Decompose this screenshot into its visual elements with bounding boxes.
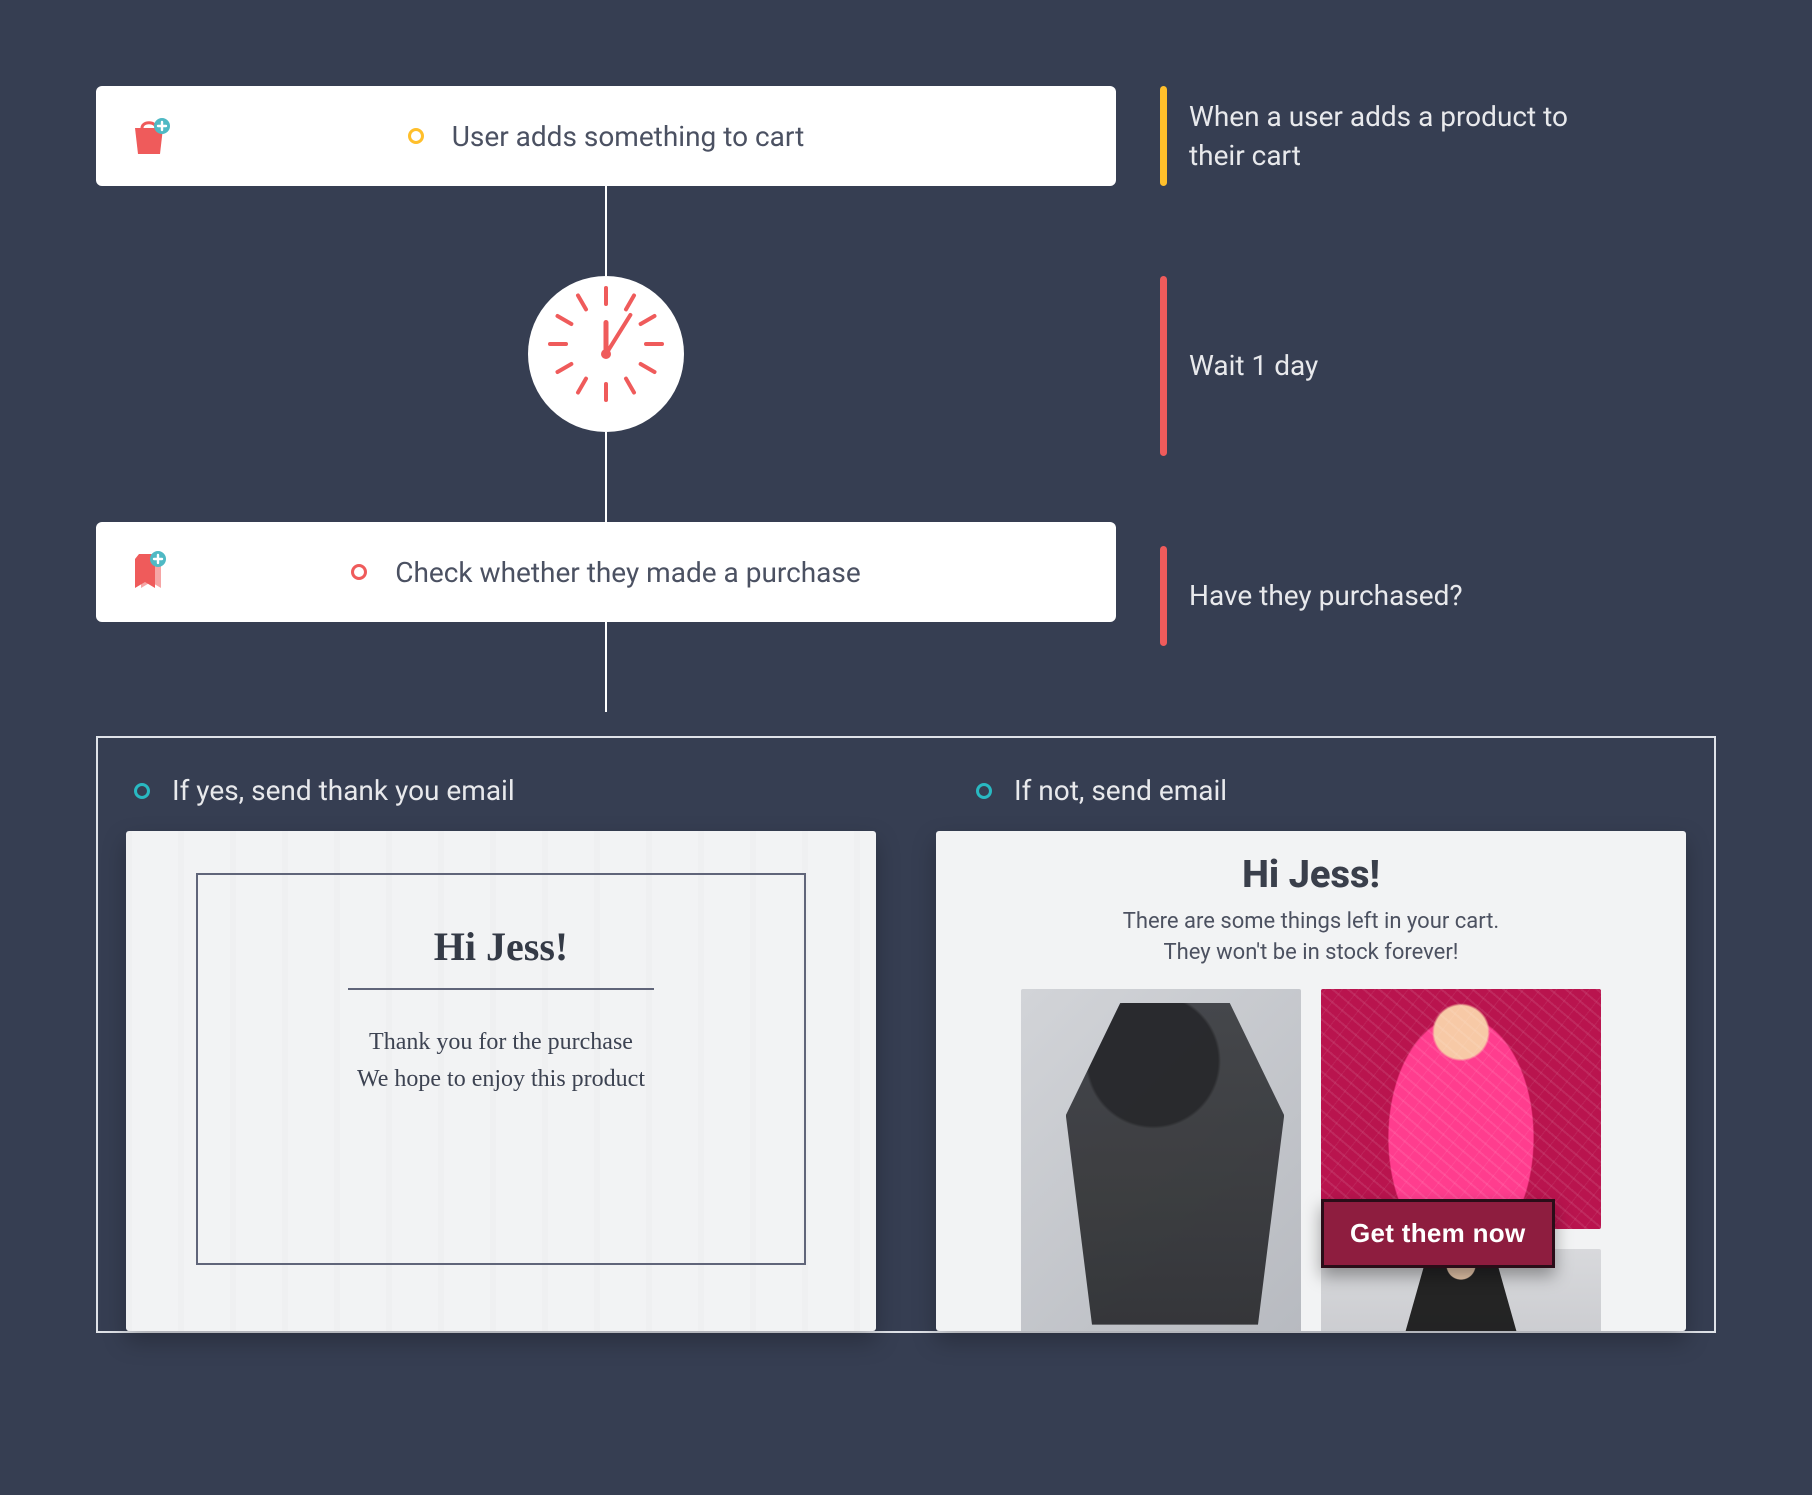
connector	[605, 186, 607, 276]
workflow: User adds something to cart	[96, 86, 1116, 712]
branch-head: If yes, send thank you email	[126, 762, 876, 831]
node-body: Check whether they made a purchase	[136, 556, 1076, 589]
bullet-icon	[976, 783, 992, 799]
trigger-label: User adds something to cart	[452, 120, 804, 153]
product-image	[1021, 989, 1301, 1331]
email-body: Hi Jess! There are some things left in y…	[936, 831, 1686, 1331]
connector	[605, 622, 607, 712]
email-sub1: There are some things left in your cart.	[1123, 909, 1500, 934]
reminder-email-preview[interactable]: Hi Jess! There are some things left in y…	[936, 831, 1686, 1331]
email-sub: There are some things left in your cart.…	[1123, 907, 1500, 969]
annotation-wait: Wait 1 day	[1160, 276, 1318, 456]
annotation-bar	[1160, 276, 1167, 456]
product-grid: Get them now	[1021, 989, 1601, 1331]
branch-no-label: If not, send email	[1014, 774, 1227, 807]
condition-node[interactable]: Check whether they made a purchase	[96, 522, 1116, 622]
trigger-node[interactable]: User adds something to cart	[96, 86, 1116, 186]
annotation-condition: Have they purchased?	[1160, 546, 1463, 646]
connector	[605, 432, 607, 522]
bullet-icon	[134, 783, 150, 799]
clock-icon	[528, 276, 684, 432]
branch-head: If not, send email	[936, 762, 1686, 831]
bullet-icon	[351, 564, 367, 580]
get-them-now-button[interactable]: Get them now	[1321, 1199, 1555, 1268]
wait-node[interactable]	[96, 276, 1116, 432]
email-greeting: Hi Jess!	[434, 923, 568, 970]
product-image	[1321, 989, 1601, 1229]
thank-you-email-preview[interactable]: Hi Jess! Thank you for the purchase We h…	[126, 831, 876, 1331]
node-body: User adds something to cart	[136, 120, 1076, 153]
branch-no: If not, send email Hi Jess! There are so…	[936, 762, 1686, 1331]
annotation-text: When a user adds a product to their cart	[1189, 97, 1609, 175]
email-line1: Thank you for the purchase	[369, 1024, 633, 1061]
tag-check-icon	[122, 545, 176, 599]
shopping-bag-add-icon	[122, 109, 176, 163]
bullet-icon	[408, 128, 424, 144]
email-body: Hi Jess! Thank you for the purchase We h…	[196, 873, 806, 1265]
annotation-trigger: When a user adds a product to their cart	[1160, 86, 1609, 186]
email-sub2: They won't be in stock forever!	[1164, 940, 1459, 965]
condition-label: Check whether they made a purchase	[395, 556, 860, 589]
annotation-text: Have they purchased?	[1189, 576, 1463, 615]
branch-panel: If yes, send thank you email Hi Jess! Th…	[96, 736, 1716, 1333]
branch-yes-label: If yes, send thank you email	[172, 774, 515, 807]
clock-center	[601, 349, 611, 359]
email-greeting: Hi Jess!	[1242, 853, 1380, 897]
divider	[348, 988, 653, 990]
annotation-bar	[1160, 546, 1167, 646]
email-line2: We hope to enjoy this product	[357, 1061, 645, 1098]
annotation-text: Wait 1 day	[1189, 346, 1318, 385]
branch-yes: If yes, send thank you email Hi Jess! Th…	[126, 762, 876, 1331]
clock-minute-hand	[604, 312, 633, 355]
annotation-bar	[1160, 86, 1167, 186]
